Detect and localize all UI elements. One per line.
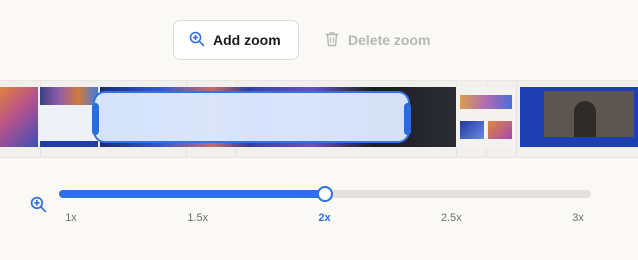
timeline-thumbnail xyxy=(40,87,98,147)
zoom-level-slider-fill xyxy=(59,190,325,198)
zoom-tick-label[interactable]: 1x xyxy=(65,212,77,224)
zoom-tick-label[interactable]: 2x xyxy=(318,212,330,224)
add-zoom-label: Add zoom xyxy=(213,32,281,48)
zoom-level-slider[interactable] xyxy=(59,186,591,202)
trash-icon xyxy=(324,31,340,50)
zoom-in-icon xyxy=(189,31,205,50)
add-zoom-button[interactable]: Add zoom xyxy=(173,20,299,60)
thumbnail-detail xyxy=(544,91,634,137)
delete-zoom-label: Delete zoom xyxy=(348,32,431,48)
thumbnail-detail xyxy=(460,95,512,109)
zoom-tick-label[interactable]: 1.5x xyxy=(187,212,208,224)
zoom-region-left-handle[interactable] xyxy=(92,103,99,135)
zoom-in-icon xyxy=(30,196,47,218)
zoom-region[interactable] xyxy=(92,91,411,143)
thumbnail-detail xyxy=(488,121,512,139)
timeline-thumbnail xyxy=(0,87,38,147)
zoom-tick-label[interactable]: 3x xyxy=(572,212,584,224)
timeline-thumbnail xyxy=(456,87,516,147)
timeline-thumbnail xyxy=(520,87,638,147)
zoom-level-slider-knob[interactable] xyxy=(317,186,333,202)
delete-zoom-button[interactable]: Delete zoom xyxy=(320,20,430,60)
zoom-region-right-handle[interactable] xyxy=(404,103,411,135)
thumbnail-detail xyxy=(460,121,484,139)
grid-line xyxy=(516,81,517,157)
zoom-tick-label[interactable]: 2.5x xyxy=(441,212,462,224)
